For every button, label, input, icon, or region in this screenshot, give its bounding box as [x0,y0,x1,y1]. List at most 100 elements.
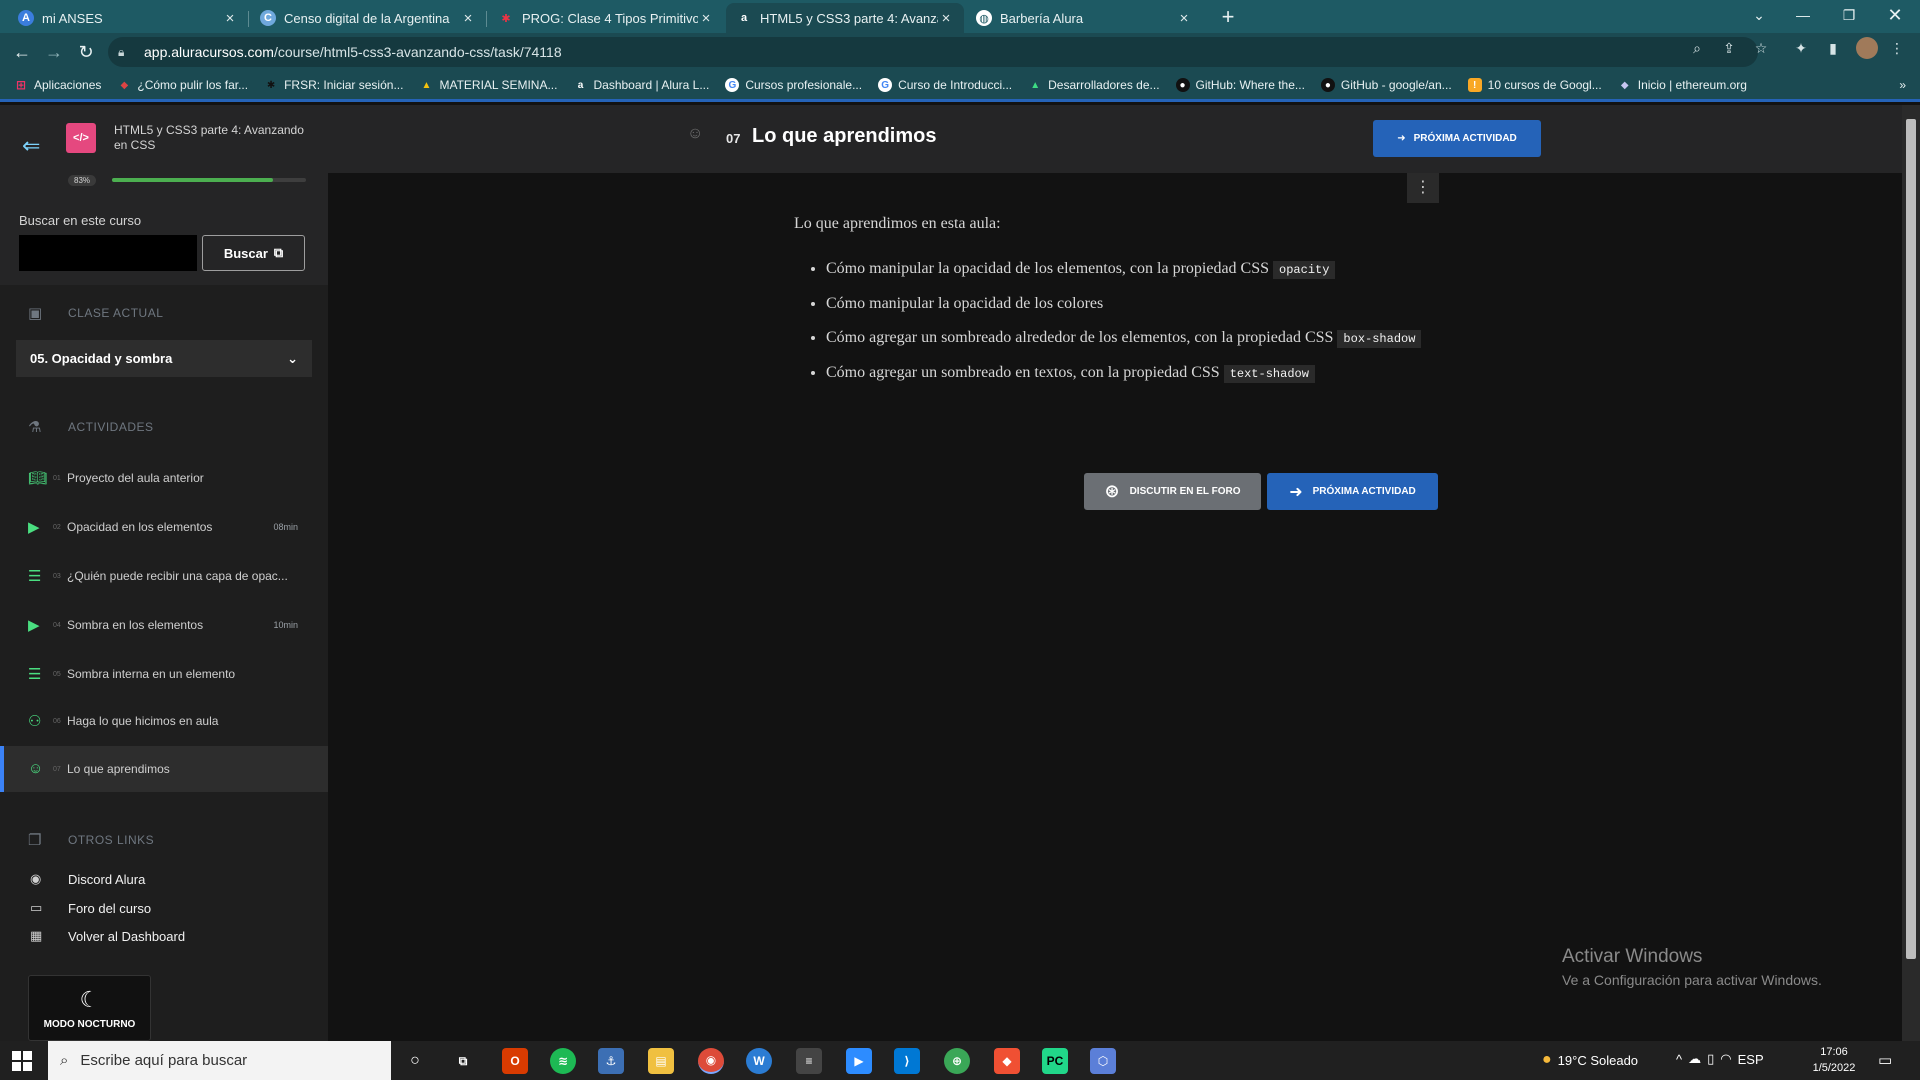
search-button[interactable]: Buscar ⧉ [202,235,305,271]
word-icon[interactable]: W [746,1048,772,1074]
chevron-up-icon: ^ [1676,1051,1683,1067]
taskbar-search-box[interactable]: ⌕ Escribe aquí para buscar [48,1041,391,1080]
next-activity-button[interactable]: ➜ PRÓXIMA ACTIVIDAD [1267,473,1438,510]
office-icon[interactable]: O [502,1048,528,1074]
github-icon: ● [1320,78,1335,92]
current-class-select[interactable]: 05. Opacidad y sombra ⌄ [16,340,312,377]
zoom-icon[interactable]: ⌕ [1688,40,1706,58]
bookmark-item[interactable]: a Dashboard | Alura L... [573,78,710,92]
close-tab-icon[interactable]: × [1176,10,1192,27]
browser-tab[interactable]: C Censo digital de la Argentina × [250,3,486,33]
more-options-icon[interactable]: ⋮ [1407,173,1439,203]
alura-icon: a [577,79,584,91]
app-icon[interactable]: ≡ [796,1048,822,1074]
list-item: Cómo manipular la opacidad de los colore… [826,290,1444,318]
cortana-icon[interactable]: ○ [402,1048,428,1074]
bookmark-item[interactable]: ● GitHub - google/an... [1320,78,1452,92]
page-scrollbar[interactable] [1902,105,1920,1041]
task-content: Lo que aprendimos en esta aula: Cómo man… [794,215,1444,394]
activity-item[interactable]: ⚇ 06 Haga lo que hicimos en aula [0,698,328,744]
list-item: Cómo agregar un sombreado en textos, con… [826,359,1444,388]
share-icon[interactable]: ⇪ [1720,40,1738,58]
address-bar[interactable]: 🔒︎ app.aluracursos.com/course/html5-css3… [108,37,1758,67]
side-panel-icon[interactable]: ▮ [1824,40,1842,58]
bookmark-item[interactable]: G Curso de Introducci... [878,78,1012,92]
back-button[interactable]: ← [10,40,34,64]
activity-item[interactable]: ▶ 02 Opacidad en los elementos 08min [0,504,328,550]
bookmark-item[interactable]: G Cursos profesionale... [725,78,862,92]
menu-kebab-icon[interactable]: ⋮ [1888,40,1906,58]
weather-widget[interactable]: ● 19°C Soleado [1542,1051,1638,1069]
activity-item[interactable]: 📖︎ 01 Proyecto del aula anterior [0,455,328,501]
bookmark-item[interactable]: ◆ Inicio | ethereum.org [1618,78,1747,92]
zoom-app-icon[interactable]: ▶ [846,1048,872,1074]
activity-item[interactable]: ☰ 03 ¿Quién puede recibir una capa de op… [0,553,328,599]
bookmark-item[interactable]: ▲ MATERIAL SEMINA... [419,78,558,92]
dashboard-link[interactable]: ▦ Volver al Dashboard [30,928,185,944]
spotify-icon[interactable]: ≋ [550,1048,576,1074]
app-icon[interactable]: ⬡ [1090,1048,1116,1074]
bookmark-icon: ! [1467,78,1482,92]
azure-icon[interactable]: ⚓ [598,1048,624,1074]
browser-tab[interactable]: ✱ PROG: Clase 4 Tipos Primitivo en × [488,3,724,33]
reload-button[interactable]: ↻ [74,40,98,64]
course-search-input[interactable] [19,235,197,271]
browser-tab[interactable]: ◍ Barbería Alura × [966,3,1202,33]
browser-tab-bar: A mi ANSES × C Censo digital de la Argen… [0,0,1920,33]
restore-button[interactable]: ❐ [1826,0,1872,30]
other-links-heading: ❐ OTROS LINKS [28,832,155,849]
tray-icons[interactable]: ^ ☁ ▯ ◠ ESP [1676,1051,1764,1067]
minimize-button[interactable]: — [1780,0,1826,30]
tab-search-icon[interactable]: ⌄ [1736,0,1782,30]
git-icon[interactable]: ◆ [994,1048,1020,1074]
discuss-forum-button[interactable]: ⊛ DISCUTIR EN EL FORO [1084,473,1261,510]
bookmark-item[interactable]: ▲ Desarrolladores de... [1028,78,1159,92]
pycharm-icon[interactable]: PC [1042,1048,1068,1074]
file-explorer-icon[interactable]: ▤ [648,1048,674,1074]
bookmark-item[interactable]: ◆ ¿Cómo pulir los far... [117,78,249,92]
close-window-button[interactable]: ✕ [1872,0,1918,30]
task-title: Lo que aprendimos [752,125,937,147]
bookmark-item[interactable]: ● GitHub: Where the... [1175,78,1305,92]
new-tab-button[interactable]: + [1216,5,1240,29]
google-icon: G [725,78,740,92]
windows-start-icon[interactable] [12,1051,32,1071]
discord-link[interactable]: ◉ Discord Alura [30,871,145,887]
arrow-circle-icon: ➜ [1289,483,1303,501]
activity-item[interactable]: ☰ 05 Sombra interna en un elemento [0,651,328,697]
language-indicator: ESP [1737,1051,1764,1067]
notifications-icon[interactable]: ▭ [1878,1051,1892,1069]
close-tab-icon[interactable]: × [222,10,238,27]
activity-item-current[interactable]: ☺ 07 Lo que aprendimos [0,746,328,792]
course-title[interactable]: HTML5 y CSS3 parte 4: Avanzando en CSS [114,123,304,153]
star-icon[interactable]: ☆ [1752,40,1770,58]
night-mode-toggle[interactable]: ☾ MODO NOCTURNO [28,975,151,1041]
activity-item[interactable]: ▶ 04 Sombra en los elementos 10min [0,602,328,648]
extensions-icon[interactable]: ✦ [1792,40,1810,58]
vscode-icon[interactable]: ⟩ [894,1048,920,1074]
browser-tab[interactable]: A mi ANSES × [8,3,248,33]
google-icon: G [878,78,893,92]
chrome-icon[interactable]: ◉ [698,1048,724,1074]
bookmark-apps[interactable]: ⊞ Aplicaciones [14,78,101,92]
profile-avatar[interactable] [1856,37,1878,59]
list-item: Cómo manipular la opacidad de los elemen… [826,255,1444,284]
forum-link[interactable]: ▭ Foro del curso [30,900,151,916]
back-arrow-icon[interactable]: ⇐ [22,133,40,159]
task-view-icon[interactable]: ⧉ [450,1048,476,1074]
close-tab-icon[interactable]: × [460,10,476,27]
clock[interactable]: 17:06 1/5/2022 [1808,1044,1860,1076]
more-bookmarks-icon[interactable]: » [1899,78,1906,92]
bookmark-item[interactable]: ! 10 cursos de Googl... [1467,78,1602,92]
course-sidebar: ⇐ </> HTML5 y CSS3 parte 4: Avanzando en… [0,105,328,1041]
moon-icon: ☾ [79,986,100,1012]
close-tab-icon[interactable]: × [698,10,714,27]
close-tab-icon[interactable]: × [938,10,954,27]
bookmark-item[interactable]: ✱ FRSR: Iniciar sesión... [264,78,404,92]
app-icon[interactable]: ⊕ [944,1048,970,1074]
forward-button[interactable]: → [42,40,66,64]
dashboard-icon: ▦ [30,928,43,943]
next-activity-button-top[interactable]: ➜ PRÓXIMA ACTIVIDAD [1373,120,1541,157]
browser-tab-active[interactable]: a HTML5 y CSS3 parte 4: Avanzando × [726,3,964,33]
scrollbar-thumb[interactable] [1906,119,1916,959]
